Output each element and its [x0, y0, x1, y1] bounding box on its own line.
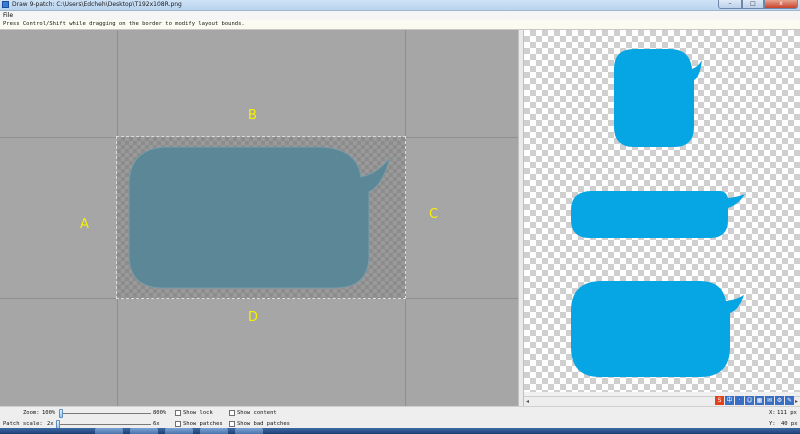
- zoom-slider-thumb[interactable]: [59, 409, 63, 418]
- show-patches-checkbox[interactable]: [175, 421, 181, 427]
- speech-bubble-image: [128, 146, 391, 289]
- ime-tools-icon[interactable]: ✎: [785, 396, 794, 405]
- show-bad-patches-checkbox[interactable]: [229, 421, 235, 427]
- taskbar-app-2[interactable]: [130, 428, 158, 434]
- show-lock-checkbox[interactable]: [175, 410, 181, 416]
- taskbar-app-5[interactable]: [235, 428, 263, 434]
- guide-line-right[interactable]: [405, 30, 406, 406]
- hint-text: Press Control/Shift while dragging on th…: [3, 21, 245, 27]
- window-title: Draw 9-patch: C:\Users\Edcheh\Desktop\T1…: [12, 1, 182, 8]
- close-button[interactable]: x: [764, 0, 798, 9]
- x-coord-value: 111 px: [777, 410, 797, 416]
- patch-label-left: A: [80, 217, 89, 232]
- patch-label-right: C: [429, 207, 439, 222]
- show-lock-label: Show lock: [183, 410, 213, 416]
- minimize-icon: –: [728, 0, 732, 7]
- show-bad-patches-label: Show bad patches: [237, 421, 290, 427]
- patch-scale-label: Patch scale:: [3, 421, 43, 427]
- scroll-left-icon[interactable]: ◂: [526, 397, 529, 406]
- hint-bar: Press Control/Shift while dragging on th…: [0, 20, 800, 30]
- preview-panel: [524, 30, 800, 392]
- show-patches-label: Show patches: [183, 421, 223, 427]
- ime-settings-icon[interactable]: ⚙: [775, 396, 784, 405]
- x-coord-label: X:: [769, 410, 776, 416]
- title-bar: Draw 9-patch: C:\Users\Edcheh\Desktop\T1…: [0, 0, 800, 11]
- scroll-right-icon[interactable]: ▸: [795, 397, 798, 406]
- maximize-icon: □: [750, 0, 756, 7]
- guide-line-bottom[interactable]: [0, 298, 518, 299]
- ime-sogou-icon[interactable]: S: [715, 396, 724, 405]
- zoom-label: Zoom:: [23, 410, 40, 416]
- app-icon: [2, 1, 9, 8]
- preview-bubble-vertical: [614, 49, 702, 147]
- patch-editor-canvas[interactable]: B A C D: [0, 30, 518, 406]
- ime-toolbar: S 中 · ☺ ▦ ✉ ⚙ ✎: [715, 396, 794, 406]
- ime-keyboard-icon[interactable]: ▦: [755, 396, 764, 405]
- ime-punct-icon[interactable]: ·: [735, 396, 744, 405]
- taskbar-app-1[interactable]: [95, 428, 123, 434]
- ime-mail-icon[interactable]: ✉: [765, 396, 774, 405]
- preview-bubble-horizontal: [571, 191, 745, 238]
- close-icon: x: [779, 0, 783, 7]
- patch-image[interactable]: [116, 136, 406, 299]
- patch-scale-slider[interactable]: [56, 420, 151, 429]
- show-content-label: Show content: [237, 410, 277, 416]
- os-taskbar: [0, 428, 800, 434]
- patch-label-bottom: D: [248, 310, 259, 325]
- y-coord-value: 40 px: [781, 421, 798, 427]
- minimize-button[interactable]: –: [718, 0, 742, 9]
- patch-scale-min-label: 2x: [47, 421, 54, 427]
- taskbar-app-4[interactable]: [200, 428, 228, 434]
- editor-bubble-shape: [128, 146, 391, 289]
- y-coord-label: Y:: [769, 421, 776, 427]
- ime-emoji-icon[interactable]: ☺: [745, 396, 754, 405]
- show-content-checkbox[interactable]: [229, 410, 235, 416]
- maximize-button[interactable]: □: [742, 0, 764, 9]
- zoom-min-label: 100%: [42, 410, 56, 416]
- menu-bar: File: [0, 11, 800, 20]
- preview-bubble-large: [571, 281, 744, 377]
- ime-chinese-icon[interactable]: 中: [725, 396, 734, 405]
- zoom-slider[interactable]: [59, 409, 151, 418]
- taskbar-app-3[interactable]: [165, 428, 193, 434]
- menu-file[interactable]: File: [3, 11, 13, 20]
- zoom-max-label: 800%: [153, 410, 167, 416]
- patch-scale-max-label: 6x: [153, 421, 160, 427]
- patch-label-top: B: [248, 108, 257, 123]
